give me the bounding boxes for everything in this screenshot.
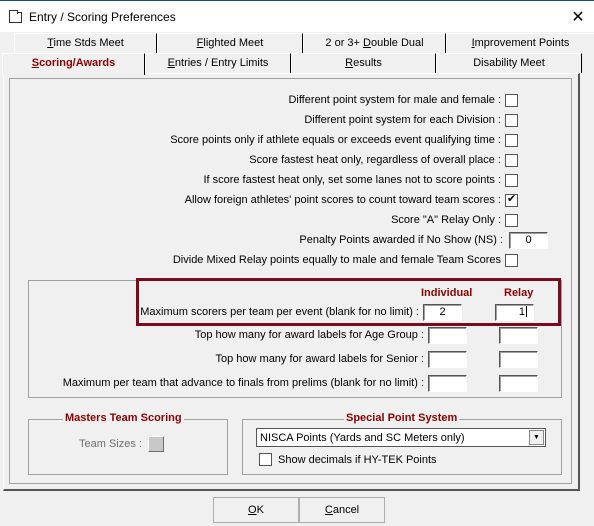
senior-labels-individual-input[interactable]	[428, 350, 467, 368]
diff-point-male-female-checkbox[interactable]	[505, 93, 518, 107]
option-fastest-heat-only: Score fastest heat only, regardless of o…	[249, 152, 518, 168]
option-qualifying-time: Score points only if athlete equals or e…	[170, 132, 518, 148]
option-penalty-points: Penalty Points awarded if No Show (NS) :…	[299, 231, 548, 249]
option-diff-point-division: Different point system for each Division…	[304, 112, 518, 128]
show-decimals-option: Show decimals if HY-TEK Points	[259, 453, 437, 466]
diff-point-division-checkbox[interactable]	[505, 113, 518, 127]
team-sizes-label: Team Sizes :	[79, 438, 142, 450]
option-divide-mixed-relay: Divide Mixed Relay points equally to mal…	[173, 252, 518, 268]
max-scorers-relay-input[interactable]: 1	[495, 303, 534, 321]
limit-row-advance-finals: Maximum per team that advance to finals …	[63, 374, 538, 392]
show-decimals-checkbox[interactable]	[259, 453, 272, 466]
foreign-athletes-checkbox[interactable]	[505, 192, 518, 207]
tab-improvement-points[interactable]: Improvement Points	[446, 33, 594, 53]
penalty-points-input[interactable]: 0	[509, 231, 548, 249]
tab-results[interactable]: Results	[291, 53, 436, 73]
team-sizes-button[interactable]	[148, 436, 164, 452]
option-a-relay-only: Score "A" Relay Only :	[391, 212, 518, 228]
qualifying-time-checkbox[interactable]	[505, 133, 518, 147]
advance-finals-individual-input[interactable]	[428, 374, 467, 392]
tab-flighted-meet[interactable]: Flighted Meet	[157, 33, 303, 53]
relay-column-header: Relay	[504, 287, 534, 299]
option-foreign-athletes: Allow foreign athletes' point scores to …	[185, 192, 518, 208]
limit-row-max-scorers: Maximum scorers per team per event (blan…	[140, 303, 534, 321]
fastest-heat-only-checkbox[interactable]	[505, 153, 518, 167]
tab-time-stds-meet[interactable]: Time Stds Meet	[14, 33, 157, 53]
tab-double-dual[interactable]: 2 or 3+ Double Dual	[303, 33, 446, 53]
chevron-down-icon[interactable]: ▼	[529, 430, 544, 445]
window-title: Entry / Scoring Preferences	[29, 10, 176, 24]
individual-column-header: Individual	[421, 287, 473, 299]
tab-disability-meet[interactable]: Disability Meet	[436, 53, 582, 73]
lanes-not-score-checkbox[interactable]	[505, 173, 518, 187]
ok-button[interactable]: OK	[213, 497, 299, 523]
tab-scoring-awards[interactable]: Scoring/Awards	[2, 53, 145, 75]
point-system-select[interactable]: NISCA Points (Yards and SC Meters only) …	[256, 428, 546, 447]
limit-row-age-group-labels: Top how many for award labels for Age Gr…	[195, 326, 538, 344]
cancel-button[interactable]: Cancel	[299, 497, 385, 523]
option-diff-point-male-female: Different point system for male and fema…	[288, 92, 518, 108]
a-relay-only-checkbox[interactable]	[505, 213, 518, 227]
limit-row-senior-labels: Top how many for award labels for Senior…	[216, 350, 538, 368]
divide-mixed-relay-checkbox[interactable]	[505, 253, 518, 267]
masters-team-scoring-group: Masters Team Scoring Team Sizes :	[28, 412, 228, 475]
tab-entries-entry-limits[interactable]: Entries / Entry Limits	[145, 53, 291, 73]
title-bar: Entry / Scoring Preferences ✕	[0, 0, 594, 32]
window-icon	[9, 10, 22, 23]
close-button[interactable]: ✕	[562, 1, 594, 33]
advance-finals-relay-input[interactable]	[499, 374, 538, 392]
age-group-labels-relay-input[interactable]	[499, 326, 538, 344]
special-point-system-title: Special Point System	[344, 412, 460, 424]
max-scorers-individual-input[interactable]: 2	[423, 303, 462, 321]
age-group-labels-individual-input[interactable]	[428, 326, 467, 344]
masters-team-scoring-title: Masters Team Scoring	[63, 412, 184, 424]
senior-labels-relay-input[interactable]	[499, 350, 538, 368]
option-lanes-not-score: If score fastest heat only, set some lan…	[203, 172, 518, 188]
